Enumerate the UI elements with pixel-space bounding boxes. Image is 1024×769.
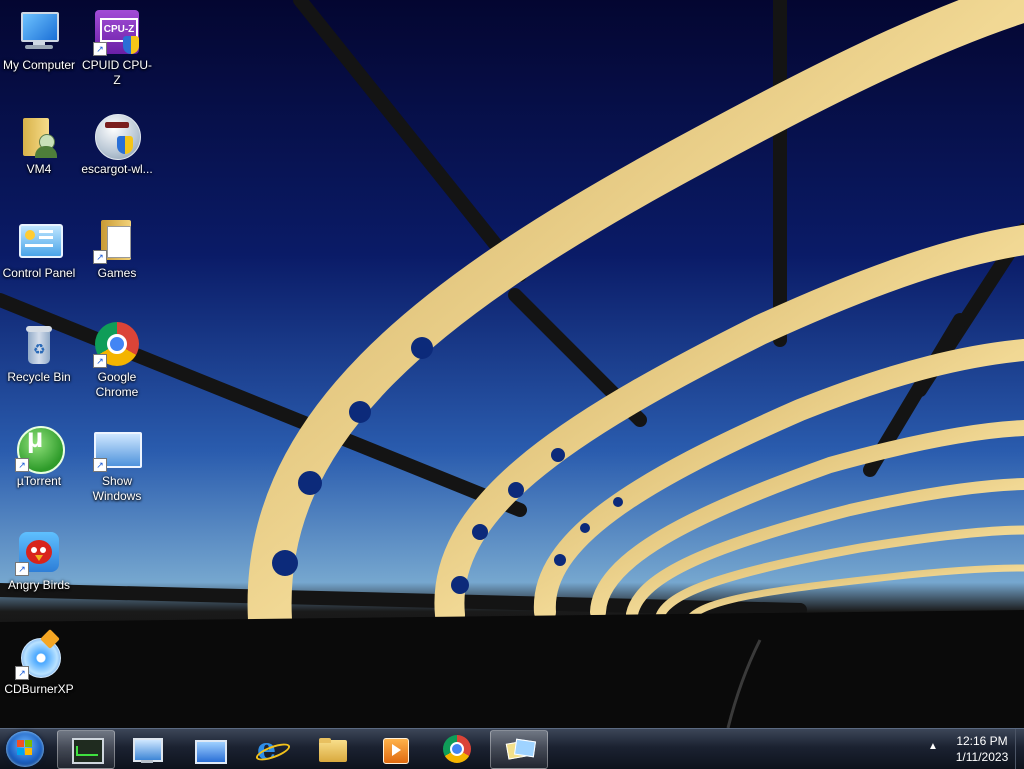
shortcut-arrow-icon: ↗ (93, 458, 107, 472)
shortcut-arrow-icon: ↗ (15, 666, 29, 680)
switch-windows-icon (505, 736, 537, 762)
task-manager-icon (72, 736, 104, 764)
desktop-icon-cdburnerxp[interactable]: ↗ CDBurnerXP (0, 626, 78, 697)
shortcut-arrow-icon: ↗ (93, 250, 107, 264)
utorrent-icon: µ ↗ (15, 424, 65, 474)
chrome-icon: ↗ (93, 320, 141, 368)
clock-date: 1/11/2023 (955, 750, 1009, 764)
desktop-icon-show-windows[interactable]: ↗ Show Windows (78, 418, 156, 504)
icon-label: Google Chrome (95, 370, 139, 399)
user-folder-icon (15, 112, 63, 160)
desktop-icon-control-panel[interactable]: Control Panel (0, 210, 78, 281)
desktop-icon-cpuz[interactable]: CPU-Z ↗ CPUID CPU-Z (78, 2, 156, 88)
angry-birds-icon: ↗ (15, 528, 63, 576)
windows-logo-icon (17, 740, 33, 756)
blue-window-icon (195, 736, 227, 764)
cd-burner-icon: ↗ (15, 629, 63, 680)
taskbar-button-internet-explorer[interactable]: e (242, 730, 300, 769)
recycle-bin-icon: ♻ (15, 320, 63, 368)
computer-icon (15, 8, 63, 56)
taskbar-button-media-player[interactable] (366, 730, 424, 769)
clock-time: 12:16 PM (956, 734, 1008, 748)
taskbar-button-file-explorer[interactable] (304, 730, 362, 769)
ie-icon: e (254, 732, 292, 767)
taskbar-button-chrome[interactable] (428, 730, 486, 769)
cpuz-icon: CPU-Z ↗ (93, 8, 141, 56)
icon-label: Games (97, 266, 137, 280)
icon-label: Show Windows (92, 474, 142, 503)
monitor-check-icon (133, 736, 163, 763)
icon-label: µTorrent (16, 474, 62, 488)
desktop-icon-vm4[interactable]: VM4 (0, 106, 78, 177)
desktop-icon-escargot[interactable]: escargot-wl... (78, 106, 156, 177)
window-icon: ↗ (93, 424, 142, 472)
show-desktop-button[interactable] (1015, 729, 1024, 769)
shortcut-arrow-icon: ↗ (15, 458, 29, 472)
icon-label: Angry Birds (7, 578, 71, 592)
folder-icon: ↗ (93, 216, 141, 264)
notification-area: ▲ 12:16 PM 1/11/2023 (924, 729, 1024, 769)
installer-globe-icon (93, 112, 141, 160)
show-hidden-icons-arrow[interactable]: ▲ (928, 741, 938, 752)
desktop-icon-utorrent[interactable]: µ ↗ µTorrent (0, 418, 78, 489)
shortcut-arrow-icon: ↗ (15, 562, 29, 576)
taskbar-button-system-monitor[interactable] (118, 730, 176, 769)
desktop-icon-games[interactable]: ↗ Games (78, 210, 156, 281)
chrome-icon (443, 735, 471, 763)
media-player-icon (381, 736, 409, 764)
folder-icon (319, 736, 347, 762)
desktop-icon-chrome[interactable]: ↗ Google Chrome (78, 314, 156, 400)
clock[interactable]: 12:16 PM 1/11/2023 (946, 733, 1018, 765)
taskbar: e ▲ 12:16 PM 1/11/2023 (0, 728, 1024, 769)
desktop[interactable]: My Computer VM4 Control Panel ♻ Recycle … (0, 0, 1024, 728)
icon-label: CPUID CPU-Z (81, 58, 152, 87)
taskbar-button-task-manager[interactable] (57, 730, 115, 769)
icon-label: escargot-wl... (81, 162, 153, 176)
start-button[interactable] (6, 731, 44, 767)
icon-label: VM4 (26, 162, 52, 176)
icon-label: Recycle Bin (7, 370, 71, 384)
icon-label: CDBurnerXP (4, 682, 74, 696)
shortcut-arrow-icon: ↗ (93, 354, 107, 368)
control-panel-icon (15, 216, 63, 264)
taskbar-button-switch-windows[interactable] (490, 730, 548, 769)
taskbar-button-blue-window[interactable] (180, 730, 238, 769)
icon-label: Control Panel (2, 266, 76, 280)
icon-label: My Computer (2, 58, 76, 72)
desktop-icon-angry-birds[interactable]: ↗ Angry Birds (0, 522, 78, 593)
desktop-icon-my-computer[interactable]: My Computer (0, 2, 78, 73)
shortcut-arrow-icon: ↗ (93, 42, 107, 56)
desktop-icon-recycle-bin[interactable]: ♻ Recycle Bin (0, 314, 78, 385)
